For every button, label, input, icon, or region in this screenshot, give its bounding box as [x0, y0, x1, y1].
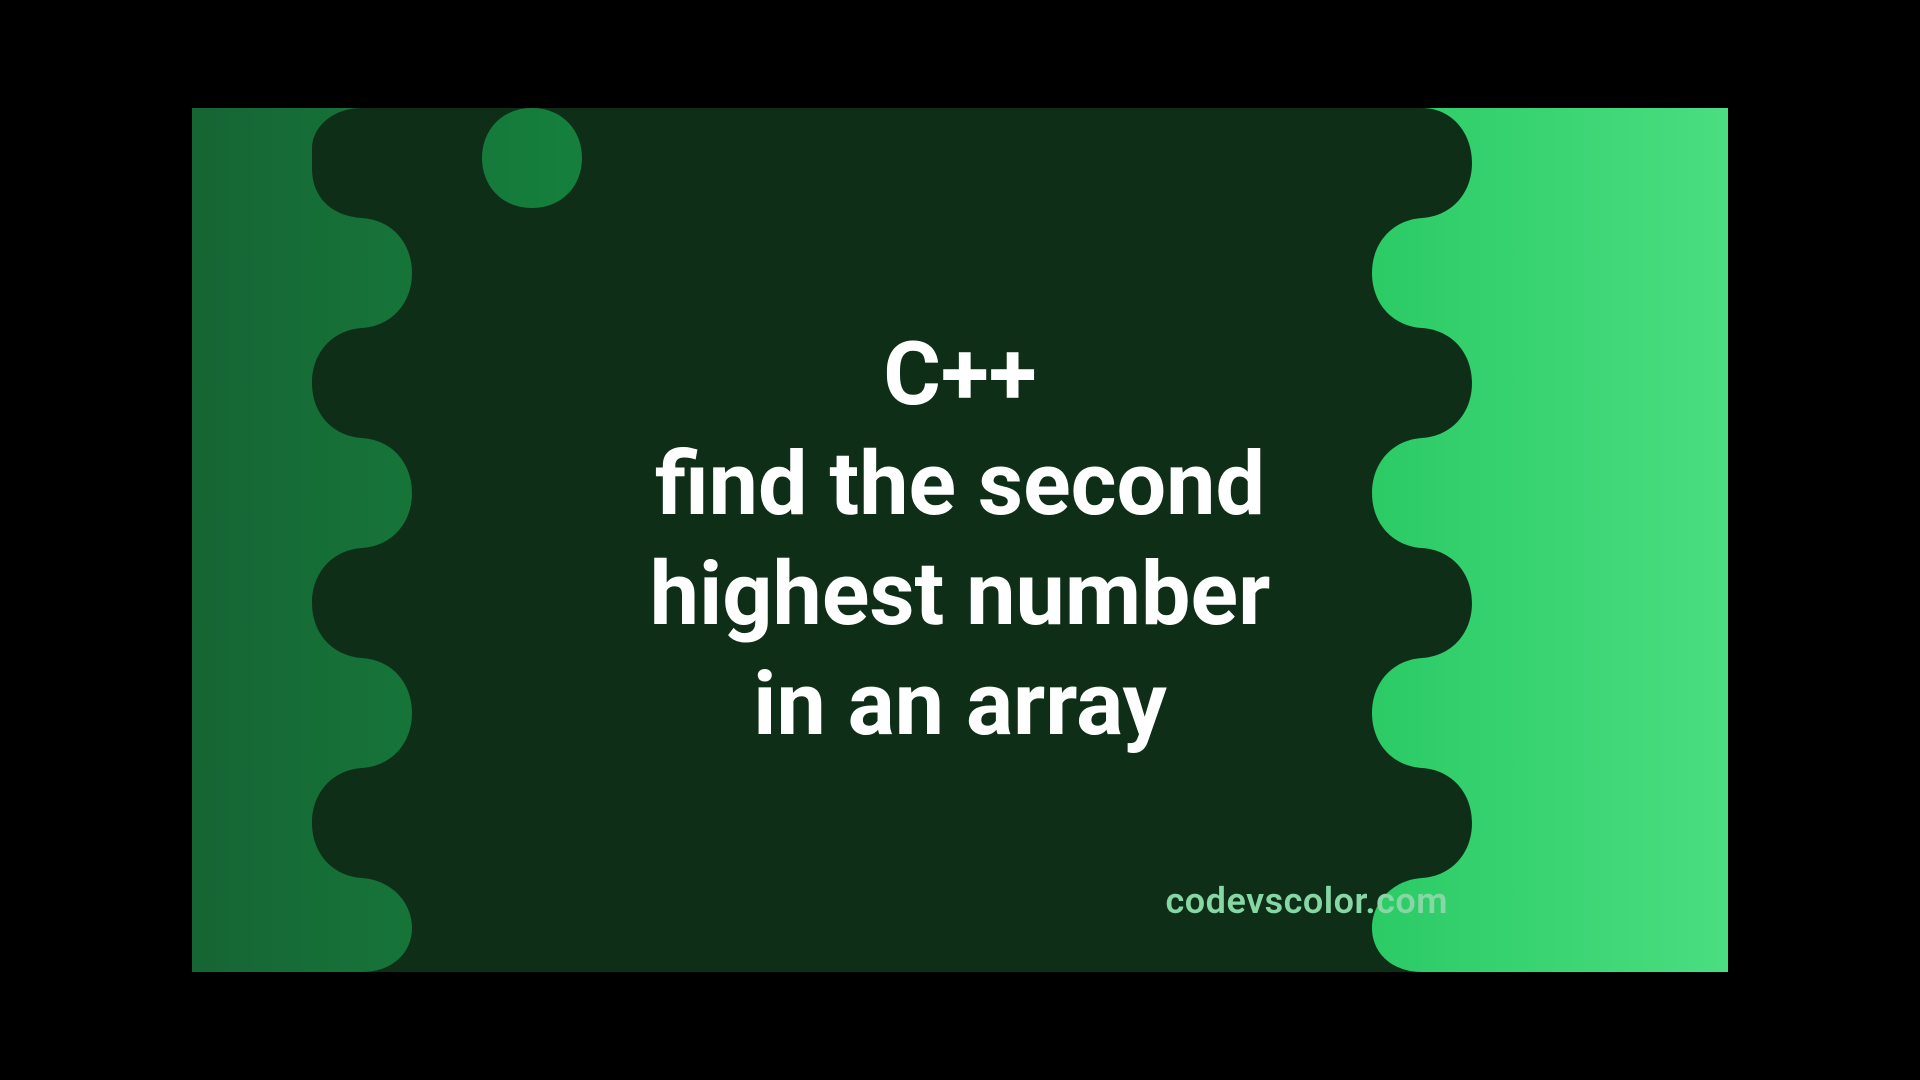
title-block: C++ find the second highest number in an… — [650, 320, 1271, 760]
title-line-3: highest number — [650, 540, 1271, 650]
banner-card: C++ find the second highest number in an… — [192, 108, 1728, 972]
letterbox: C++ find the second highest number in an… — [0, 0, 1920, 1080]
title-line-2: find the second — [650, 430, 1271, 540]
watermark-text: codevscolor.com — [1166, 880, 1448, 922]
title-line-1: C++ — [650, 320, 1271, 430]
title-line-4: in an array — [650, 650, 1271, 760]
